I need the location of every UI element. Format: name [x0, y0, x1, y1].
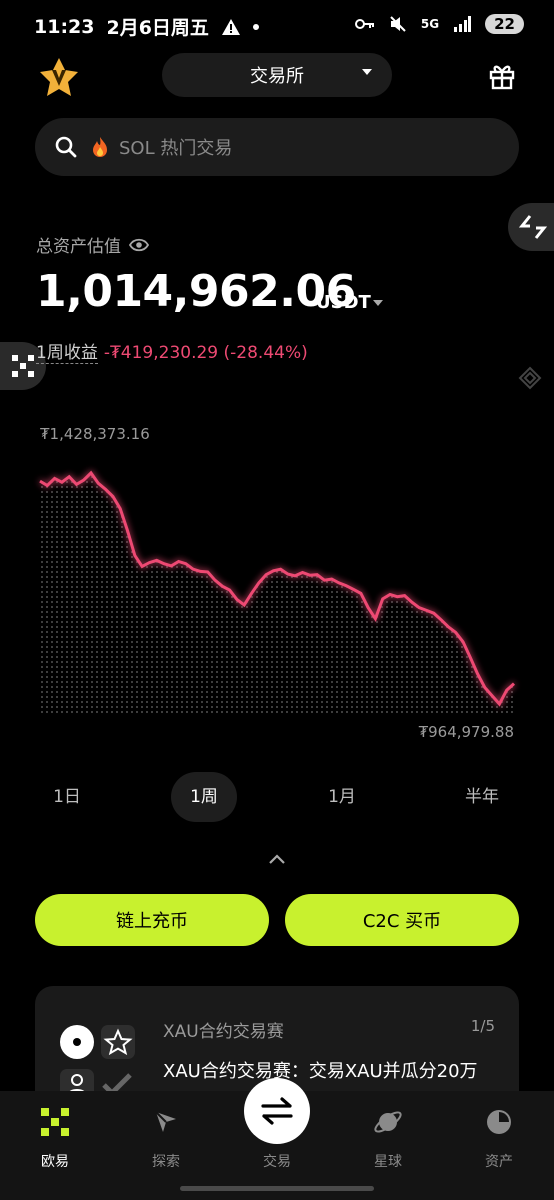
- swap-icon: [261, 1097, 293, 1125]
- period-1[interactable]: 1周: [171, 772, 237, 822]
- dot-icon: [252, 23, 259, 30]
- status-date: 2月6日周五: [106, 17, 209, 39]
- tab-label: 欧易: [41, 1154, 69, 1170]
- home-indicator: [180, 1186, 374, 1191]
- warning-icon: [221, 18, 240, 35]
- pnl-label[interactable]: 1周收益: [36, 343, 98, 364]
- gift-icon[interactable]: [488, 62, 516, 90]
- chevron-down-icon[interactable]: [373, 300, 383, 306]
- compass-icon: [155, 1111, 176, 1132]
- status-left: 11:23 2月6日周五: [34, 13, 259, 40]
- onchain-deposit-label: 链上充币: [116, 911, 188, 932]
- top-bar: 交易所: [0, 52, 554, 102]
- total-assets-value: 1,014,962.06: [36, 266, 356, 317]
- tab-label: 探索: [152, 1154, 180, 1170]
- planet-icon: [374, 1111, 402, 1133]
- pnl-value: -₮419,230.29 (-28.44%): [103, 343, 308, 363]
- tab-label: 星球: [374, 1154, 402, 1170]
- onchain-deposit-button[interactable]: 链上充币: [35, 894, 269, 946]
- c2c-buy-button[interactable]: C2C 买币: [285, 894, 519, 946]
- eye-icon[interactable]: [129, 238, 149, 252]
- period-3[interactable]: 半年: [457, 772, 507, 822]
- tab-explore[interactable]: 探索: [111, 1091, 221, 1181]
- promo-title: XAU合约交易赛: [163, 1022, 284, 1042]
- chart-area: [40, 472, 514, 715]
- promo-page-indicator: 1/5: [470, 1017, 495, 1035]
- chevron-up-icon[interactable]: [268, 853, 286, 865]
- side-switch-button[interactable]: [508, 203, 554, 251]
- period-selector: 1日 1周 1月 半年: [0, 772, 554, 822]
- period-2[interactable]: 1月: [317, 772, 367, 822]
- vip-logo-icon[interactable]: [38, 56, 80, 98]
- fire-icon: [93, 137, 107, 157]
- c2c-buy-label: C2C 买币: [362, 911, 442, 932]
- switch-arrows-icon: [518, 215, 548, 239]
- key-icon: [354, 19, 374, 29]
- okx-logo-icon: [41, 1108, 69, 1136]
- asset-line-chart: [39, 470, 516, 715]
- exchange-selector[interactable]: 交易所: [162, 53, 392, 97]
- diamond-icon[interactable]: [518, 366, 542, 390]
- status-bar: 11:23 2月6日周五 5G 22: [0, 0, 554, 52]
- tab-assets[interactable]: 资产: [444, 1091, 554, 1181]
- okx-logo-icon: [12, 355, 34, 377]
- tab-planet[interactable]: 星球: [333, 1091, 443, 1181]
- promo-text: XAU合约交易赛：交易XAU并瓜分20万: [163, 1061, 478, 1082]
- weekly-pnl: 1周收益 -₮419,230.29 (-28.44%): [36, 338, 308, 364]
- status-right: 5G 22: [354, 14, 524, 34]
- search-placeholder: SOL 热门交易: [119, 138, 233, 159]
- battery-badge: 22: [485, 14, 524, 34]
- chevron-down-icon: [362, 69, 372, 75]
- tab-okx[interactable]: 欧易: [0, 1091, 110, 1181]
- exchange-label: 交易所: [250, 66, 304, 87]
- total-assets-label: 总资产估值: [36, 232, 149, 257]
- trade-fab-button[interactable]: [244, 1078, 310, 1144]
- search-bar[interactable]: SOL 热门交易: [35, 118, 519, 176]
- tab-label: 交易: [263, 1154, 291, 1170]
- signal-icon: [454, 16, 472, 32]
- mute-icon: [390, 16, 406, 32]
- search-icon: [55, 136, 77, 158]
- period-0[interactable]: 1日: [42, 772, 92, 822]
- pie-chart-icon: [487, 1110, 511, 1134]
- total-assets-label-text: 总资产估值: [36, 237, 121, 257]
- network-type: 5G: [420, 17, 440, 31]
- currency-unit[interactable]: USDT: [316, 292, 371, 313]
- status-time: 11:23: [34, 15, 95, 38]
- chart-min-label: ₮964,979.88: [418, 723, 514, 741]
- tab-label: 资产: [485, 1154, 513, 1170]
- asset-chart[interactable]: ₮1,428,373.16 ₮964,979.88: [0, 420, 554, 750]
